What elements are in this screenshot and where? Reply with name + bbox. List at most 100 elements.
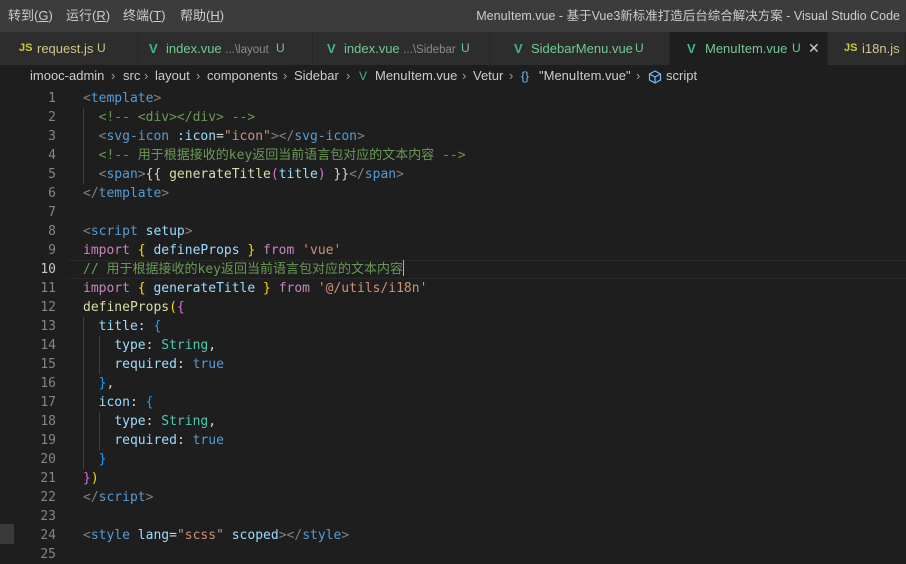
code-token: true xyxy=(192,357,224,372)
code-token: = xyxy=(216,129,224,144)
code-line[interactable]: 8 <script setup> xyxy=(0,222,906,241)
tab-i18n-js[interactable]: JS i18n.js xyxy=(828,32,906,65)
code-token: : xyxy=(176,357,193,372)
code-token: span xyxy=(364,167,397,182)
code-token: span xyxy=(106,167,138,182)
tab-status: U xyxy=(276,41,285,55)
code-token: : xyxy=(137,319,154,334)
breadcrumb-item[interactable]: layout xyxy=(155,65,190,87)
tab-status: U xyxy=(635,41,644,55)
breadcrumb-item[interactable]: script xyxy=(666,65,697,87)
code-token: "scss" xyxy=(176,528,224,543)
code-line[interactable]: 16 }, xyxy=(0,374,906,393)
cube-icon xyxy=(648,69,662,84)
close-icon[interactable]: ✕ xyxy=(808,32,820,65)
code-line[interactable]: 23 xyxy=(0,507,906,526)
code-line[interactable]: 4 <!-- 用于根据接收的key返回当前语言包对应的文本内容 --> xyxy=(0,146,906,165)
code-token: { xyxy=(153,319,162,334)
tab-index-vue-sidebar[interactable]: V index.vue ...\Sidebar U xyxy=(313,32,490,65)
line-number: 13 xyxy=(40,319,56,334)
code-line[interactable]: 25 xyxy=(0,545,906,564)
code-line[interactable]: 14 type: String, xyxy=(0,336,906,355)
code-token: "icon" xyxy=(223,129,271,144)
code-token: , xyxy=(106,376,115,391)
code-token: 'vue' xyxy=(302,243,342,258)
code-token: import xyxy=(83,243,130,258)
chevron-right-icon: › xyxy=(144,68,149,83)
code-line[interactable]: 2 <!-- <div></div> --> xyxy=(0,108,906,127)
text-cursor xyxy=(402,260,404,276)
code-token: ></ xyxy=(278,528,303,543)
breadcrumb-item[interactable]: src xyxy=(123,65,140,87)
code-token: > xyxy=(341,528,350,543)
code-text: <!-- 用于根据接收的key返回当前语言包对应的文本内容 --> xyxy=(83,146,466,165)
code-line[interactable]: 15 required: true xyxy=(0,355,906,374)
code-token: lang xyxy=(137,528,170,543)
code-line[interactable]: 7 xyxy=(0,203,906,222)
code-line[interactable]: 6 </template> xyxy=(0,184,906,203)
code-token: template xyxy=(90,91,154,106)
code-line[interactable]: 3 <svg-icon :icon="icon"></svg-icon> xyxy=(0,127,906,146)
code-token: }} xyxy=(325,167,350,182)
tab-request-js[interactable]: JS request.js U xyxy=(0,32,138,65)
breadcrumb-item[interactable]: MenuItem.vue xyxy=(375,65,457,87)
code-line[interactable]: 1 <template> xyxy=(0,89,906,108)
breadcrumb-item[interactable]: imooc-admin xyxy=(30,65,104,87)
code-token: : xyxy=(145,414,162,429)
code-token: > xyxy=(161,186,170,201)
code-token: > xyxy=(184,224,193,239)
code-line[interactable]: 17 icon: { xyxy=(0,393,906,412)
code-line[interactable]: 10 // 用于根据接收的key返回当前语言包对应的文本内容 xyxy=(0,260,906,279)
code-token: type xyxy=(114,338,146,353)
code-line[interactable]: 19 required: true xyxy=(0,431,906,450)
code-line[interactable]: 13 title: { xyxy=(0,317,906,336)
tab-sidebarmenu-vue[interactable]: V SidebarMenu.vue U xyxy=(490,32,670,65)
code-line[interactable]: 21}) xyxy=(0,469,906,488)
code-text: }) xyxy=(83,469,99,488)
code-line[interactable]: 5 <span>{{ generateTitle(title) }}</span… xyxy=(0,165,906,184)
menu-go[interactable]: 转到(G) xyxy=(8,0,53,32)
menu-terminal[interactable]: 终端(T) xyxy=(123,0,166,32)
js-file-icon: JS xyxy=(844,42,858,54)
code-line[interactable]: 11 import { generateTitle } from '@/utils… xyxy=(0,279,906,298)
line-number: 16 xyxy=(40,376,56,391)
line-number: 24 xyxy=(40,528,56,543)
line-number: 14 xyxy=(40,338,56,353)
code-editor[interactable]: 1 <template> 2 <!-- <div></div> --> 3 <svg-… xyxy=(0,87,906,564)
code-token: :icon xyxy=(176,129,217,144)
code-text: <!-- <div></div> --> xyxy=(83,108,256,127)
code-line[interactable]: 20 } xyxy=(0,450,906,469)
chevron-right-icon: › xyxy=(636,68,641,83)
breadcrumb-item[interactable]: Vetur xyxy=(473,65,503,87)
code-text: title: { xyxy=(83,317,162,336)
code-line[interactable]: 22 </script> xyxy=(0,488,906,507)
code-token: > xyxy=(356,129,365,144)
breadcrumb-item[interactable]: Sidebar xyxy=(294,65,339,87)
code-token: { xyxy=(145,395,154,410)
code-token: ( xyxy=(270,167,279,182)
tab-menuitem-vue[interactable]: V MenuItem.vue U ✕ xyxy=(670,32,828,65)
code-token: title xyxy=(98,319,138,334)
line-number: 25 xyxy=(40,547,56,562)
code-line[interactable]: 24 <style lang="scss" scoped></style> xyxy=(0,526,906,545)
code-line[interactable]: 12 defineProps({ xyxy=(0,298,906,317)
code-token: </ xyxy=(83,490,99,505)
menu-help[interactable]: 帮助(H) xyxy=(180,0,224,32)
menu-run[interactable]: 运行(R) xyxy=(66,0,110,32)
code-text: required: true xyxy=(83,431,224,450)
code-text: <template> xyxy=(83,89,161,108)
code-line[interactable]: 9 import { defineProps } from 'vue' xyxy=(0,241,906,260)
code-line[interactable]: 18 type: String, xyxy=(0,412,906,431)
tab-index-vue-layout[interactable]: V index.vue ...\layout U xyxy=(138,32,313,65)
code-token: from xyxy=(278,281,310,296)
breadcrumb-item[interactable]: "MenuItem.vue" xyxy=(539,65,631,87)
breadcrumb-item[interactable]: components xyxy=(207,65,278,87)
code-token: < xyxy=(83,224,91,239)
code-token: required xyxy=(114,433,177,448)
line-number: 1 xyxy=(48,91,56,106)
